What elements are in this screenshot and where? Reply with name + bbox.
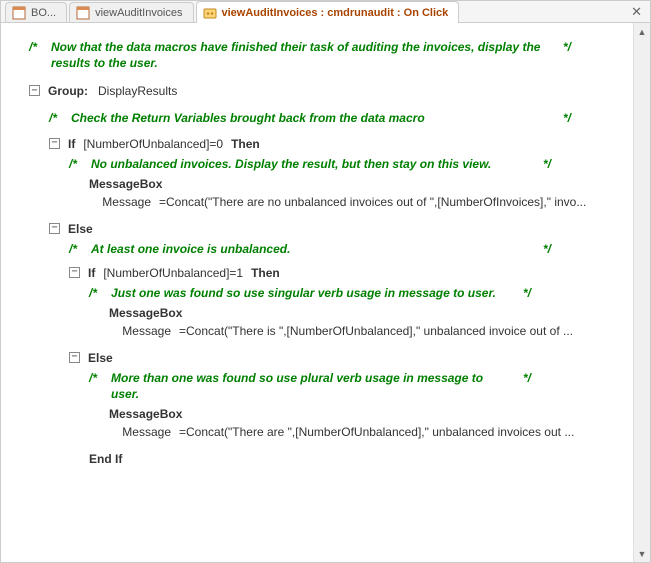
comment-start: /* <box>69 156 91 172</box>
action-messagebox[interactable]: MessageBox <box>11 176 629 192</box>
if-keyword: If <box>88 265 95 281</box>
vertical-scrollbar[interactable]: ▲ ▼ <box>633 23 650 562</box>
param-row: Message =Concat("There are no unbalanced… <box>11 194 629 210</box>
tab-bo[interactable]: BO... <box>5 2 67 22</box>
comment-block: /* At least one invoice is unbalanced. *… <box>11 241 551 257</box>
comment-block: /* Now that the data macros have finishe… <box>11 39 571 71</box>
tab-bar: BO... viewAuditInvoices viewAuditInvoice… <box>1 1 650 23</box>
comment-end: */ <box>523 285 531 301</box>
comment-start: /* <box>69 241 91 257</box>
param-value[interactable]: =Concat("There are ",[NumberOfUnbalanced… <box>179 424 629 440</box>
endif-row: End If <box>11 451 629 467</box>
comment-block: /* Check the Return Variables brought ba… <box>11 110 571 126</box>
if-row[interactable]: − If [NumberOfUnbalanced]=1 Then <box>11 265 629 281</box>
param-name: Message <box>109 424 179 440</box>
comment-end: */ <box>523 370 531 402</box>
comment-block: /* No unbalanced invoices. Display the r… <box>11 156 551 172</box>
param-name: Message <box>89 194 159 210</box>
comment-block: /* More than one was found so use plural… <box>11 370 531 402</box>
endif-keyword: End If <box>89 451 122 467</box>
else-keyword: Else <box>88 350 113 366</box>
comment-end: */ <box>543 156 551 172</box>
comment-end: */ <box>563 110 571 126</box>
param-value[interactable]: =Concat("There is ",[NumberOfUnbalanced]… <box>179 323 629 339</box>
else-row[interactable]: − Else <box>11 221 629 237</box>
collapse-toggle[interactable]: − <box>29 85 40 96</box>
comment-text: At least one invoice is unbalanced. <box>91 241 543 257</box>
scroll-up-arrow[interactable]: ▲ <box>634 23 650 40</box>
comment-text: More than one was found so use plural ve… <box>111 370 523 402</box>
collapse-toggle[interactable]: − <box>69 352 80 363</box>
close-icon[interactable]: ✕ <box>631 4 642 20</box>
collapse-toggle[interactable]: − <box>49 138 60 149</box>
group-name: DisplayResults <box>98 83 177 99</box>
comment-block: /* Just one was found so use singular ve… <box>11 285 531 301</box>
else-keyword: Else <box>68 221 93 237</box>
collapse-toggle[interactable]: − <box>49 223 60 234</box>
if-keyword: If <box>68 136 75 152</box>
comment-end: */ <box>563 39 571 71</box>
else-row[interactable]: − Else <box>11 350 629 366</box>
if-row[interactable]: − If [NumberOfUnbalanced]=0 Then <box>11 136 629 152</box>
comment-start: /* <box>29 39 51 71</box>
macro-editor-pane: /* Now that the data macros have finishe… <box>1 23 633 562</box>
group-keyword: Group: <box>48 83 88 99</box>
param-value[interactable]: =Concat("There are no unbalanced invoice… <box>159 194 629 210</box>
comment-text: Now that the data macros have finished t… <box>51 39 563 71</box>
comment-start: /* <box>89 370 111 402</box>
then-keyword: Then <box>251 265 280 281</box>
comment-start: /* <box>49 110 71 126</box>
comment-start: /* <box>89 285 111 301</box>
action-messagebox[interactable]: MessageBox <box>11 406 629 422</box>
tab-label: viewAuditInvoices <box>95 7 182 19</box>
form-icon <box>12 6 26 20</box>
condition-expression: [NumberOfUnbalanced]=0 <box>83 136 223 152</box>
tab-viewauditinvoices[interactable]: viewAuditInvoices <box>69 2 193 22</box>
form-icon <box>76 6 90 20</box>
scroll-down-arrow[interactable]: ▼ <box>634 545 650 562</box>
action-messagebox[interactable]: MessageBox <box>11 305 629 321</box>
comment-text: Just one was found so use singular verb … <box>111 285 523 301</box>
tab-label: viewAuditInvoices : cmdrunaudit : On Cli… <box>222 7 449 19</box>
param-name: Message <box>109 323 179 339</box>
group-row[interactable]: − Group: DisplayResults <box>11 83 629 99</box>
param-row: Message =Concat("There is ",[NumberOfUnb… <box>11 323 629 339</box>
comment-text: Check the Return Variables brought back … <box>71 110 563 126</box>
macro-icon <box>203 6 217 20</box>
then-keyword: Then <box>231 136 260 152</box>
condition-expression: [NumberOfUnbalanced]=1 <box>103 265 243 281</box>
collapse-toggle[interactable]: − <box>69 267 80 278</box>
param-row: Message =Concat("There are ",[NumberOfUn… <box>11 424 629 440</box>
comment-end: */ <box>543 241 551 257</box>
tab-label: BO... <box>31 7 56 19</box>
comment-text: No unbalanced invoices. Display the resu… <box>91 156 543 172</box>
tab-macro-editor[interactable]: viewAuditInvoices : cmdrunaudit : On Cli… <box>196 1 460 23</box>
